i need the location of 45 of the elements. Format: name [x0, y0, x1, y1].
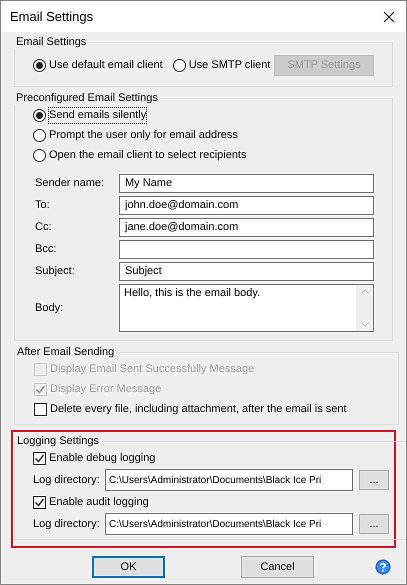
checkbox-label: Display Error Message: [50, 383, 162, 396]
field-label: Log directory:: [33, 518, 101, 530]
group-title: Preconfigured Email Settings: [15, 91, 159, 105]
browse-button[interactable]: ...: [359, 514, 389, 534]
field-label: To:: [34, 199, 51, 212]
close-icon[interactable]: [383, 10, 395, 22]
checkbox-label: Display Email Sent Successfully Message: [50, 363, 254, 376]
group-title: Email Settings: [15, 35, 88, 49]
field-label: Cc:: [34, 221, 52, 234]
group-title: After Email Sending: [16, 345, 116, 359]
checkbox[interactable]: [33, 496, 46, 509]
help-icon[interactable]: [375, 559, 391, 575]
radio-button[interactable]: [33, 59, 46, 72]
checkbox-label: Enable debug logging: [49, 452, 156, 465]
input-field[interactable]: My Name: [119, 174, 374, 193]
window-title: Email Settings: [10, 10, 94, 23]
dialog-button[interactable]: OK: [92, 556, 165, 578]
radio-label: Use default email client: [49, 58, 163, 73]
browse-button[interactable]: ...: [359, 470, 389, 490]
field-label: Log directory:: [33, 474, 101, 486]
field-label: Subject:: [34, 265, 76, 278]
radio-button[interactable]: [33, 149, 46, 162]
directory-field[interactable]: C:\Users\Administrator\Documents\Black Ice Pri: [105, 469, 353, 491]
field-label: Body:: [34, 302, 64, 314]
checkbox[interactable]: [33, 452, 46, 465]
field-value: Hello, this is the email body.: [123, 286, 262, 301]
dialog-button[interactable]: Cancel: [241, 556, 314, 578]
radio-label: Use SMTP client: [188, 58, 270, 73]
radio-button[interactable]: [33, 129, 46, 142]
radio-label: Send emails silently: [49, 108, 146, 123]
field-label: Bcc:: [34, 243, 58, 256]
input-field[interactable]: Subject: [119, 262, 374, 281]
checkbox[interactable]: [34, 403, 47, 416]
input-field[interactable]: john.doe@domain.com: [119, 196, 374, 215]
radio-button[interactable]: [172, 59, 186, 72]
checkbox-label: Delete every file, including attachment, after the email is sent: [50, 403, 347, 416]
radio-button[interactable]: [33, 109, 46, 122]
radio-label: Open the email client to select recipients: [49, 148, 246, 163]
input-field[interactable]: jane.doe@domain.com: [119, 218, 374, 237]
group-title: Logging Settings: [16, 434, 100, 448]
input-field[interactable]: [119, 240, 374, 259]
radio-label: Prompt the user only for email address: [49, 128, 238, 143]
checkbox-label: Enable audit logging: [49, 496, 149, 509]
field-label: Sender name:: [34, 177, 106, 190]
directory-field[interactable]: C:\Users\Administrator\Documents\Black Ice Pri: [105, 513, 353, 535]
